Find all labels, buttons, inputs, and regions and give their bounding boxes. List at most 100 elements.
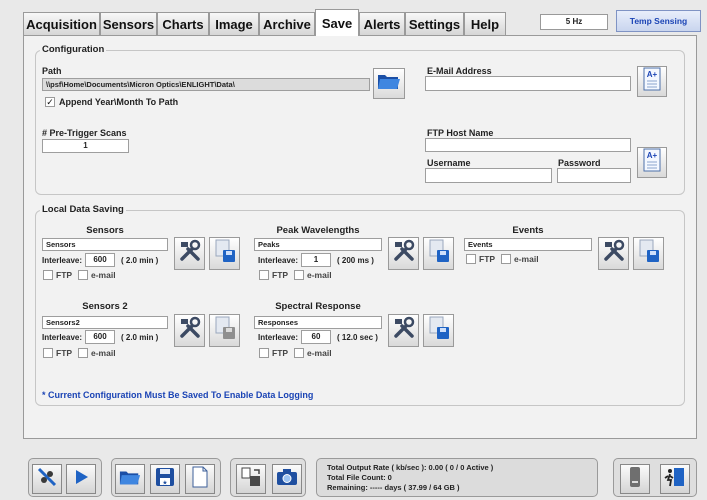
sensors-configure-button[interactable] [174, 237, 205, 270]
sensors2-title: Sensors 2 [82, 301, 128, 312]
add-ftp-button[interactable]: A+ [637, 147, 667, 178]
path-field[interactable]: \\psf\Home\Documents\Micron Optics\ENLIG… [42, 78, 370, 91]
sensors2-configure-button[interactable] [174, 314, 205, 347]
pretrigger-input[interactable]: 1 [42, 139, 129, 153]
email-checkbox-label: e-mail [91, 348, 116, 358]
output-rate-text: Total Output Rate ( kb/sec ): 0.00 ( 0 /… [327, 463, 494, 472]
email-checkbox-label: e-mail [91, 270, 116, 280]
rate-display: 5 Hz [540, 14, 608, 30]
spectral-interleave-input[interactable]: 60 [301, 330, 331, 344]
sensors2-ftp-checkbox[interactable] [43, 348, 53, 358]
sensors-save-button[interactable] [209, 237, 240, 270]
address-book-add-icon: A+ [642, 67, 662, 96]
interleave-label: Interleave: [42, 333, 83, 342]
svg-text:A+: A+ [647, 151, 658, 160]
spectral-email-checkbox[interactable] [294, 348, 304, 358]
ftp-label: FTP [272, 348, 289, 358]
tools-icon [602, 239, 626, 268]
browse-folder-button[interactable] [373, 68, 405, 99]
save-file-icon [638, 239, 660, 268]
sensors2-name-input[interactable]: Sensors2 [42, 316, 168, 329]
spectral-configure-button[interactable] [388, 314, 419, 347]
ftp-label: FTP [56, 270, 73, 280]
ftp-host-label: FTP Host Name [427, 128, 494, 138]
spectral-ftp-checkbox[interactable] [259, 348, 269, 358]
username-input[interactable] [425, 168, 552, 183]
password-label: Password [558, 158, 601, 168]
spectral-save-button[interactable] [423, 314, 454, 347]
append-path-checkbox[interactable]: ✓ [45, 97, 55, 107]
events-configure-button[interactable] [598, 237, 629, 270]
configuration-title: Configuration [40, 44, 107, 55]
device-button[interactable] [620, 464, 650, 494]
start-button[interactable] [66, 464, 96, 494]
tab-archive[interactable]: Archive [259, 12, 315, 35]
tab-image[interactable]: Image [209, 12, 259, 35]
open-file-button[interactable] [115, 464, 145, 494]
tools-icon [392, 239, 416, 268]
tab-help[interactable]: Help [464, 12, 506, 35]
add-email-button[interactable]: A+ [637, 66, 667, 97]
tab-settings[interactable]: Settings [405, 12, 464, 35]
tab-alerts[interactable]: Alerts [359, 12, 405, 35]
mode-button[interactable]: Temp Sensing [616, 10, 701, 32]
peaks-configure-button[interactable] [388, 237, 419, 270]
tab-charts[interactable]: Charts [157, 12, 209, 35]
sensors2-save-button[interactable] [209, 314, 240, 347]
peaks-title: Peak Wavelengths [276, 225, 360, 236]
username-label: Username [427, 158, 471, 168]
sensors-name-input[interactable]: Sensors [42, 238, 168, 251]
peaks-name-input[interactable]: Peaks [254, 238, 382, 251]
events-name-input[interactable]: Events [464, 238, 592, 251]
sensors-duration: ( 2.0 min ) [121, 256, 159, 265]
disconnect-cable-icon [36, 466, 58, 493]
svg-text:★: ★ [162, 479, 167, 486]
exit-button[interactable] [660, 464, 690, 494]
peaks-ftp-checkbox[interactable] [259, 270, 269, 280]
new-file-button[interactable] [185, 464, 215, 494]
peaks-interleave-input[interactable]: 1 [301, 253, 331, 267]
tab-acquisition[interactable]: Acquisition [23, 12, 100, 35]
events-ftp-checkbox[interactable] [466, 254, 476, 264]
save-file-icon [214, 239, 236, 268]
ftp-label: FTP [56, 348, 73, 358]
snapshot-button[interactable] [272, 464, 302, 494]
tools-icon [178, 316, 202, 345]
exit-door-icon [664, 466, 686, 493]
sensors2-email-checkbox[interactable] [78, 348, 88, 358]
save-config-button[interactable]: ★ [150, 464, 180, 494]
svg-text:A+: A+ [647, 70, 658, 79]
email-input[interactable] [425, 76, 631, 91]
interleave-label: Interleave: [42, 256, 83, 265]
tab-save[interactable]: Save [315, 9, 359, 36]
camera-icon [276, 468, 298, 491]
sensors2-interleave-input[interactable]: 600 [85, 330, 115, 344]
password-input[interactable] [557, 168, 631, 183]
spectral-name-input[interactable]: Responses [254, 316, 382, 329]
peaks-duration: ( 200 ms ) [337, 256, 374, 265]
interleave-label: Interleave: [258, 333, 299, 342]
ftp-label: FTP [272, 270, 289, 280]
spectral-duration: ( 12.0 sec ) [337, 333, 378, 342]
peaks-save-button[interactable] [423, 237, 454, 270]
floppy-disk-icon: ★ [155, 467, 175, 492]
ftp-host-input[interactable] [425, 138, 631, 152]
events-save-button[interactable] [633, 237, 664, 270]
peaks-email-checkbox[interactable] [294, 270, 304, 280]
email-checkbox-label: e-mail [514, 254, 539, 264]
save-file-icon [428, 316, 450, 345]
path-label: Path [42, 66, 62, 76]
spectral-title: Spectral Response [275, 301, 361, 312]
folder-open-icon [119, 467, 141, 492]
sensors-interleave-input[interactable]: 600 [85, 253, 115, 267]
disconnect-button[interactable] [32, 464, 62, 494]
ftp-label: FTP [479, 254, 496, 264]
blank-document-icon [191, 466, 209, 493]
sensors-ftp-checkbox[interactable] [43, 270, 53, 280]
sensors-email-checkbox[interactable] [78, 270, 88, 280]
transfer-button[interactable] [236, 464, 266, 494]
pretrigger-label: # Pre-Trigger Scans [42, 128, 127, 138]
sensors2-duration: ( 2.0 min ) [121, 333, 159, 342]
tab-sensors[interactable]: Sensors [100, 12, 157, 35]
events-email-checkbox[interactable] [501, 254, 511, 264]
